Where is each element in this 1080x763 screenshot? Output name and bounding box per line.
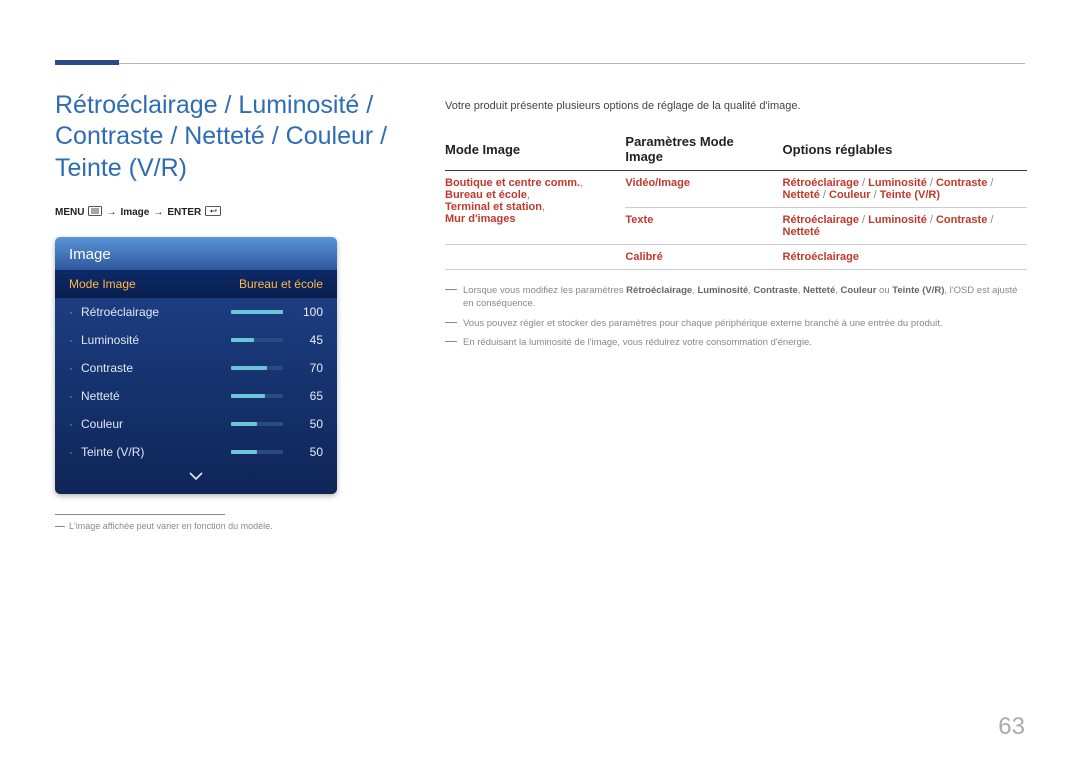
th-params: Paramètres Mode Image bbox=[625, 128, 782, 171]
osd-slider-bar[interactable] bbox=[231, 338, 283, 342]
note-item: Lorsque vous modifiez les paramètres Rét… bbox=[445, 284, 1027, 311]
table-row: Calibré Rétroéclairage bbox=[445, 245, 1027, 270]
th-options: Options réglables bbox=[783, 128, 1027, 171]
menu-icon bbox=[88, 206, 102, 219]
osd-item-label: Couleur bbox=[81, 417, 123, 431]
bullet-icon: · bbox=[69, 389, 73, 403]
osd-mode-row[interactable]: Mode Image Bureau et école bbox=[55, 270, 337, 298]
osd-slider-bar[interactable] bbox=[231, 394, 283, 398]
divider bbox=[55, 514, 225, 515]
osd-item-label: Rétroéclairage bbox=[81, 305, 159, 319]
osd-item-label: Luminosité bbox=[81, 333, 139, 347]
table-row: Boutique et centre comm., Bureau et écol… bbox=[445, 171, 1027, 208]
osd-item-value: 70 bbox=[295, 361, 323, 375]
top-rule bbox=[55, 63, 1025, 64]
osd-item-label: Netteté bbox=[81, 389, 120, 403]
cell-empty bbox=[445, 245, 625, 270]
menu-path: MENU → Image → ENTER bbox=[55, 206, 400, 219]
bullet-icon: · bbox=[69, 361, 73, 375]
bullet-icon: · bbox=[69, 445, 73, 459]
cell-param: Calibré bbox=[625, 245, 782, 270]
osd-slider-row[interactable]: · Teinte (V/R) 50 bbox=[55, 438, 337, 466]
intro-text: Votre produit présente plusieurs options… bbox=[445, 100, 1027, 112]
options-table: Mode Image Paramètres Mode Image Options… bbox=[445, 128, 1027, 270]
osd-slider-bar[interactable] bbox=[231, 422, 283, 426]
osd-title: Image bbox=[55, 237, 337, 270]
osd-slider-row[interactable]: · Couleur 50 bbox=[55, 410, 337, 438]
cell-mode-list: Boutique et centre comm., Bureau et écol… bbox=[445, 171, 625, 245]
osd-slider-row[interactable]: · Netteté 65 bbox=[55, 382, 337, 410]
osd-mode-value: Bureau et école bbox=[239, 277, 323, 291]
osd-item-value: 50 bbox=[295, 417, 323, 431]
osd-panel: Image Mode Image Bureau et école · Rétroé… bbox=[55, 237, 337, 494]
note-item: Vous pouvez régler et stocker des paramè… bbox=[445, 317, 1027, 330]
menu-label: MENU bbox=[55, 207, 84, 218]
enter-label: ENTER bbox=[167, 207, 201, 218]
osd-mode-label: Mode Image bbox=[69, 277, 136, 291]
bullet-icon: · bbox=[69, 333, 73, 347]
osd-slider-row[interactable]: · Contraste 70 bbox=[55, 354, 337, 382]
footnote-model: L'image affichée peut varier en fonction… bbox=[55, 521, 400, 531]
bullet-icon: · bbox=[69, 305, 73, 319]
content: Rétroéclairage / Luminosité / Contraste … bbox=[55, 90, 1025, 703]
osd-slider-row[interactable]: · Rétroéclairage 100 bbox=[55, 298, 337, 326]
arrow: → bbox=[106, 207, 116, 218]
cell-options: Rétroéclairage bbox=[783, 245, 1027, 270]
osd-item-value: 100 bbox=[295, 305, 323, 319]
nav-image: Image bbox=[120, 207, 149, 218]
cell-param: Vidéo/Image bbox=[625, 171, 782, 208]
osd-item-label: Contraste bbox=[81, 361, 133, 375]
osd-item-value: 45 bbox=[295, 333, 323, 347]
cell-options: Rétroéclairage / Luminosité / Contraste … bbox=[783, 171, 1027, 208]
osd-slider-bar[interactable] bbox=[231, 310, 283, 314]
left-column: Rétroéclairage / Luminosité / Contraste … bbox=[55, 90, 400, 531]
arrow: → bbox=[153, 207, 163, 218]
right-column: Votre produit présente plusieurs options… bbox=[445, 100, 1027, 355]
osd-item-label: Teinte (V/R) bbox=[81, 445, 144, 459]
cell-param: Texte bbox=[625, 208, 782, 245]
page-number: 63 bbox=[998, 713, 1025, 741]
page-heading: Rétroéclairage / Luminosité / Contraste … bbox=[55, 90, 400, 184]
note-item: En réduisant la luminosité de l'image, v… bbox=[445, 336, 1027, 349]
cell-options: Rétroéclairage / Luminosité / Contraste … bbox=[783, 208, 1027, 245]
osd-item-value: 65 bbox=[295, 389, 323, 403]
chevron-down-icon[interactable] bbox=[55, 466, 337, 494]
osd-slider-bar[interactable] bbox=[231, 450, 283, 454]
osd-slider-bar[interactable] bbox=[231, 366, 283, 370]
bullet-icon: · bbox=[69, 417, 73, 431]
osd-item-value: 50 bbox=[295, 445, 323, 459]
osd-slider-row[interactable]: · Luminosité 45 bbox=[55, 326, 337, 354]
th-mode: Mode Image bbox=[445, 128, 625, 171]
enter-icon bbox=[205, 206, 221, 219]
notes: Lorsque vous modifiez les paramètres Rét… bbox=[445, 284, 1027, 349]
